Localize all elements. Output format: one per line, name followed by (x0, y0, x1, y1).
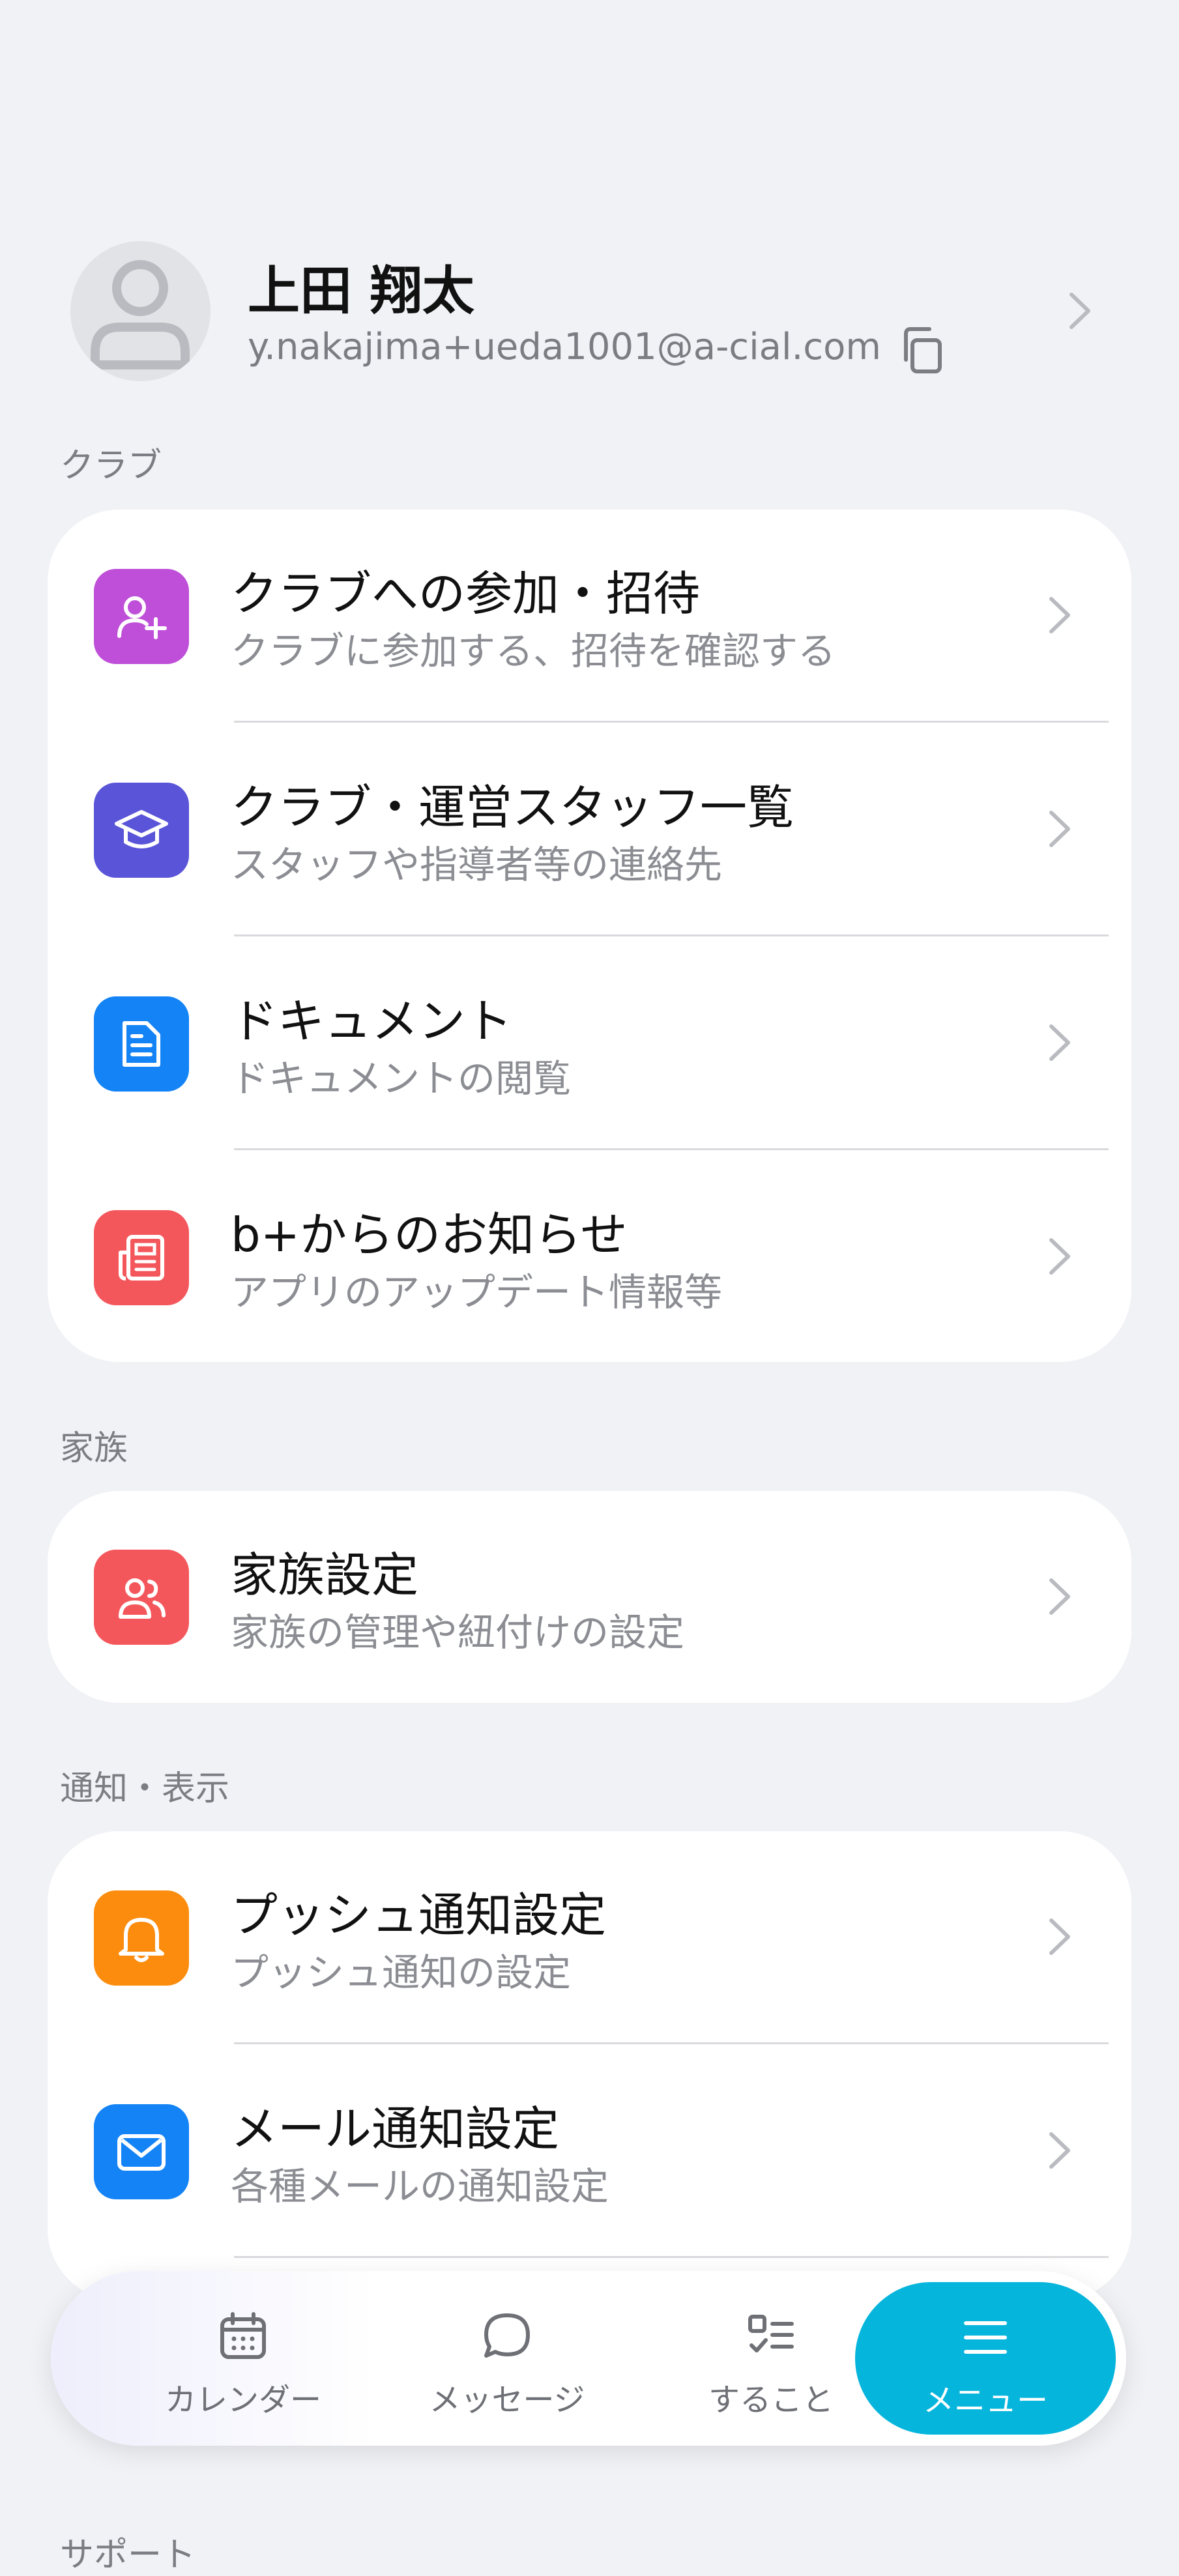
person-add-icon (94, 569, 189, 664)
tab-label: カレンダー (164, 2382, 321, 2418)
tab-label: メッセージ (429, 2382, 585, 2418)
copy-icon[interactable] (899, 326, 945, 375)
divider (234, 1148, 1109, 1150)
menu-item-title: クラブへの参加・招待 (231, 566, 701, 621)
club-card: クラブへの参加・招待 クラブに参加する、招待を確認する クラブ・運営スタッフ一覧… (48, 510, 1131, 1362)
menu-item-family-settings[interactable]: 家族設定 家族の管理や紐付けの設定 (48, 1491, 1131, 1703)
calendar-icon (220, 2312, 266, 2359)
tab-menu[interactable]: メニュー (855, 2282, 1116, 2435)
section-label-notify: 通知・表示 (60, 1769, 230, 1808)
bell-icon (94, 1890, 189, 1986)
section-label-support: サポート (60, 2536, 196, 2575)
chevron-right-icon (1049, 1918, 1070, 1955)
newspaper-icon (94, 1210, 189, 1305)
checklist-icon (748, 2315, 794, 2352)
tab-messages[interactable]: メッセージ (377, 2271, 637, 2446)
bottom-tab-bar: カレンダー メッセージ すること メニュー (51, 2271, 1126, 2446)
graduation-cap-icon (94, 783, 189, 878)
notify-card: プッシュ通知設定 プッシュ通知の設定 メール通知設定 各種メールの通知設定 (48, 1831, 1131, 2300)
menu-item-subtitle: ドキュメントの閲覧 (231, 1056, 572, 1101)
family-icon (94, 1550, 189, 1645)
menu-item-subtitle: クラブに参加する、招待を確認する (231, 629, 836, 673)
menu-item-mail-settings[interactable]: メール通知設定 各種メールの通知設定 (48, 2045, 1131, 2259)
menu-item-title: 家族設定 (231, 1548, 419, 1602)
menu-item-subtitle: 各種メールの通知設定 (231, 2164, 609, 2208)
menu-item-club-join[interactable]: クラブへの参加・招待 クラブに参加する、招待を確認する (48, 510, 1131, 723)
tab-calendar[interactable]: カレンダー (113, 2271, 373, 2446)
menu-item-push-settings[interactable]: プッシュ通知設定 プッシュ通知の設定 (48, 1831, 1131, 2045)
chevron-right-icon (1049, 2132, 1070, 2169)
mail-icon (94, 2104, 189, 2199)
profile-name: 上田 翔太 (248, 261, 474, 321)
menu-icon (964, 2321, 1007, 2354)
menu-item-documents[interactable]: ドキュメント ドキュメントの閲覧 (48, 937, 1131, 1151)
menu-item-news[interactable]: b+からのお知らせ アプリのアップデート情報等 (48, 1151, 1131, 1362)
menu-item-subtitle: アプリのアップデート情報等 (231, 1270, 723, 1314)
menu-item-title: クラブ・運営スタッフ一覧 (231, 780, 794, 835)
divider (234, 721, 1109, 723)
chevron-right-icon (1049, 597, 1070, 633)
section-label-club: クラブ (60, 446, 162, 485)
chat-bubble-icon (484, 2313, 530, 2358)
document-icon (94, 996, 189, 1092)
menu-item-title: ドキュメント (231, 994, 513, 1049)
family-card: 家族設定 家族の管理や紐付けの設定 (48, 1491, 1131, 1703)
divider (234, 2256, 1109, 2258)
menu-item-title: メール通知設定 (231, 2102, 560, 2156)
chevron-right-icon (1049, 1024, 1070, 1061)
chevron-right-icon (1049, 811, 1070, 847)
profile-header[interactable]: 上田 翔太 y.nakajima+ueda1001@a-cial.com (0, 235, 1179, 384)
menu-item-title: プッシュ通知設定 (231, 1888, 607, 1943)
divider (234, 2042, 1109, 2044)
avatar (70, 241, 211, 381)
chevron-right-icon (1070, 293, 1090, 329)
menu-item-subtitle: プッシュ通知の設定 (231, 1950, 572, 1995)
chevron-right-icon (1049, 1238, 1070, 1275)
section-label-family: 家族 (60, 1429, 128, 1468)
menu-item-title: b+からのお知らせ (231, 1208, 628, 1262)
user-silhouette-icon (91, 260, 190, 369)
menu-item-subtitle: スタッフや指導者等の連絡先 (231, 843, 723, 887)
chevron-right-icon (1049, 1578, 1070, 1615)
menu-item-subtitle: 家族の管理や紐付けの設定 (231, 1610, 685, 1655)
tab-label: メニュー (922, 2382, 1048, 2419)
profile-email: y.nakajima+ueda1001@a-cial.com (248, 326, 881, 368)
menu-item-club-staff[interactable]: クラブ・運営スタッフ一覧 スタッフや指導者等の連絡先 (48, 723, 1131, 937)
divider (234, 934, 1109, 936)
